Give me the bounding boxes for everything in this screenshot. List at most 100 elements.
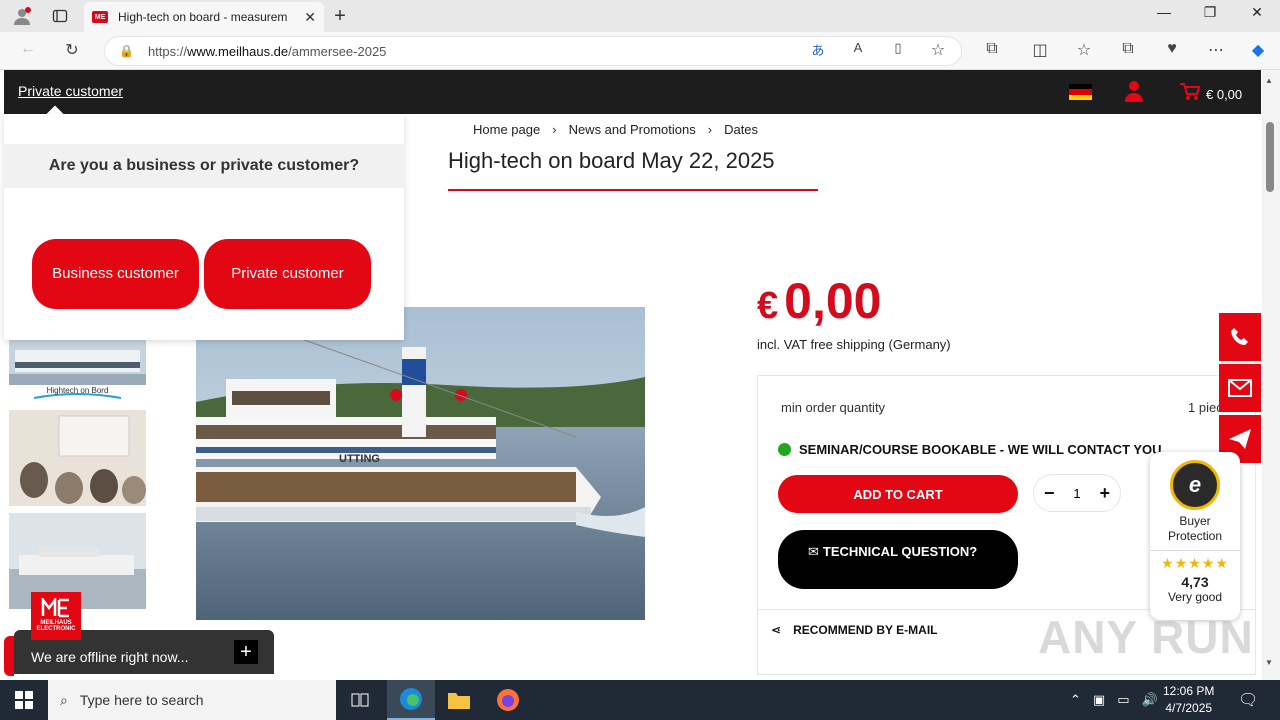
quantity-stepper: − 1 + [1033, 474, 1121, 512]
price-value: 0,00 [784, 273, 882, 329]
recommend-by-email-link[interactable]: ⋖ RECOMMEND BY E-MAIL [771, 623, 938, 637]
notifications-icon[interactable]: 🗨 [1238, 680, 1258, 720]
product-main-image[interactable]: UTTING [196, 307, 645, 620]
recommend-label: RECOMMEND BY E-MAIL [793, 623, 938, 637]
technical-question-button[interactable]: ✉ TECHNICAL QUESTION? [778, 530, 1018, 589]
customer-type-popup: Are you a business or private customer? … [4, 114, 404, 340]
url-scheme: https:// [147, 43, 187, 59]
back-icon[interactable]: ← [16, 40, 40, 58]
trusted-shops-seal-icon: e [1170, 460, 1220, 510]
min-order-label: min order quantity [781, 400, 886, 415]
windows-taskbar: ⌕ Type here to search ⌃ ▣ ▭ 🔊 12:06 PM 4… [0, 680, 1280, 720]
gallery-thumbnail-2[interactable] [9, 410, 146, 506]
file-explorer-icon[interactable] [435, 680, 483, 720]
search-icon: ⌕ [60, 691, 68, 708]
cart-total: € 0,00 [1206, 87, 1243, 102]
trusted-shops-badge[interactable]: e Buyer Protection ★★★★★ 4,73 Very good [1150, 452, 1240, 620]
translate-icon[interactable]: あ [806, 40, 830, 59]
page-scrollbar[interactable]: ▲ ▼ [1262, 70, 1280, 680]
product-price: € 0,00 [757, 272, 881, 330]
status-text: SEMINAR/COURSE BOOKABLE - WE WILL CONTAC… [799, 442, 1162, 457]
breadcrumb-home[interactable]: Home page [473, 122, 540, 137]
firefox-icon[interactable] [484, 680, 532, 720]
email-button[interactable] [1219, 364, 1261, 412]
german-flag-icon[interactable] [1069, 84, 1092, 100]
windows-start-icon[interactable] [0, 680, 48, 720]
address-bar-row: ← ↻ 🔒 https://www.meilhaus.de/ammersee-2… [0, 32, 1280, 70]
edge-browser-icon[interactable] [387, 680, 435, 720]
plus-icon[interactable]: + [1099, 483, 1110, 504]
close-window-icon[interactable]: ✕ [1242, 4, 1272, 21]
close-tab-icon[interactable]: ✕ [304, 9, 316, 26]
phone-button[interactable] [1219, 313, 1261, 361]
breadcrumb-news[interactable]: News and Promotions [569, 122, 696, 137]
phone-icon [1231, 328, 1248, 345]
quantity-value[interactable]: 1 [1073, 486, 1080, 501]
price-currency: € [757, 285, 779, 327]
availability-status: SEMINAR/COURSE BOOKABLE - WE WILL CONTAC… [778, 442, 1162, 457]
status-dot-icon [778, 443, 791, 456]
paper-plane-icon [1229, 429, 1251, 449]
restore-icon[interactable]: ❐ [1195, 4, 1225, 21]
favorites-icon[interactable]: ☆ [1072, 40, 1096, 60]
side-tab[interactable] [4, 636, 14, 676]
minus-icon[interactable]: − [1044, 483, 1055, 504]
chevron-right-icon: › [707, 122, 713, 137]
taskbar-search[interactable]: ⌕ Type here to search [48, 680, 336, 720]
breadcrumb-dates[interactable]: Dates [724, 122, 758, 137]
popup-question: Are you a business or private customer? [4, 144, 404, 188]
taskbar-clock[interactable]: 12:06 PM 4/7/2025 [1163, 683, 1214, 717]
read-aloud-icon[interactable]: A [846, 40, 870, 55]
share-icon: ⋖ [771, 623, 782, 637]
scroll-down-icon[interactable]: ▼ [1265, 658, 1273, 667]
title-underline [448, 189, 818, 191]
expand-chat-icon[interactable]: + [234, 640, 258, 664]
tab-active[interactable]: ME High-tech on board - measurem ✕ [84, 2, 324, 32]
network-share-icon[interactable]: ▣ [1093, 692, 1105, 708]
chevron-up-icon[interactable]: ⌃ [1070, 692, 1081, 708]
chevron-right-icon: › [552, 122, 557, 137]
add-to-cart-button[interactable]: ADD TO CART [778, 475, 1018, 513]
anyrun-watermark: ANY RUN [1038, 611, 1254, 663]
collections-icon[interactable]: ⧉ [1116, 40, 1140, 58]
immersive-reader-icon[interactable]: ▯ [886, 40, 910, 56]
clock-date: 4/7/2025 [1165, 701, 1213, 715]
tab-actions-icon[interactable] [50, 6, 70, 26]
vat-note: incl. VAT free shipping (Germany) [757, 337, 951, 352]
mail-icon [1228, 379, 1252, 397]
refresh-icon[interactable]: ↻ [60, 40, 84, 60]
private-customer-button[interactable]: Private customer [204, 239, 371, 309]
performance-icon[interactable]: ♥ [1160, 40, 1184, 58]
volume-icon[interactable]: 🔊 [1142, 692, 1158, 708]
favorite-star-icon[interactable]: ☆ [926, 40, 950, 60]
technical-question-label: TECHNICAL QUESTION? [822, 544, 978, 559]
scroll-up-icon[interactable]: ▲ [1265, 76, 1273, 85]
task-view-icon[interactable] [336, 680, 384, 720]
url-field[interactable]: 🔒 https://www.meilhaus.de/ammersee-2025 [104, 36, 962, 66]
clock-time: 12:06 PM [1163, 684, 1215, 698]
cart-icon [1180, 83, 1201, 106]
search-placeholder: Type here to search [79, 692, 204, 708]
extensions-icon[interactable]: ⧉ [980, 40, 1004, 58]
lock-icon: 🔒 [119, 44, 134, 58]
thumbnail-caption: Hightech on Bord [46, 386, 109, 395]
network-icon[interactable]: ▭ [1117, 692, 1129, 708]
cart-button[interactable]: € 0,00 [1180, 83, 1242, 106]
more-icon[interactable]: ⋯ [1204, 40, 1228, 60]
gallery-thumbnail-1[interactable]: Hightech on Bord [9, 340, 146, 402]
user-account-icon[interactable] [1124, 80, 1144, 102]
copilot-icon[interactable]: ◆ [1246, 40, 1270, 60]
split-screen-icon[interactable]: ◫ [1028, 40, 1052, 60]
scroll-thumb[interactable] [1266, 122, 1274, 192]
business-customer-button[interactable]: Business customer [32, 239, 199, 309]
page-title: High-tech on board May 22, 2025 [448, 148, 775, 173]
logo-text: MEILHAUS ELECTRONIC [36, 620, 76, 632]
profile-icon[interactable] [12, 6, 32, 26]
breadcrumb: Home page › News and Promotions › Dates [473, 122, 758, 137]
url-host: www.meilhaus.de [186, 43, 289, 59]
rating-stars-icon: ★★★★★ [1150, 550, 1240, 572]
new-tab-icon[interactable]: + [330, 5, 350, 27]
private-customer-link[interactable]: Private customer [18, 83, 123, 99]
minimize-icon[interactable]: — [1149, 4, 1179, 20]
chat-status: We are offline right now... [31, 649, 189, 665]
